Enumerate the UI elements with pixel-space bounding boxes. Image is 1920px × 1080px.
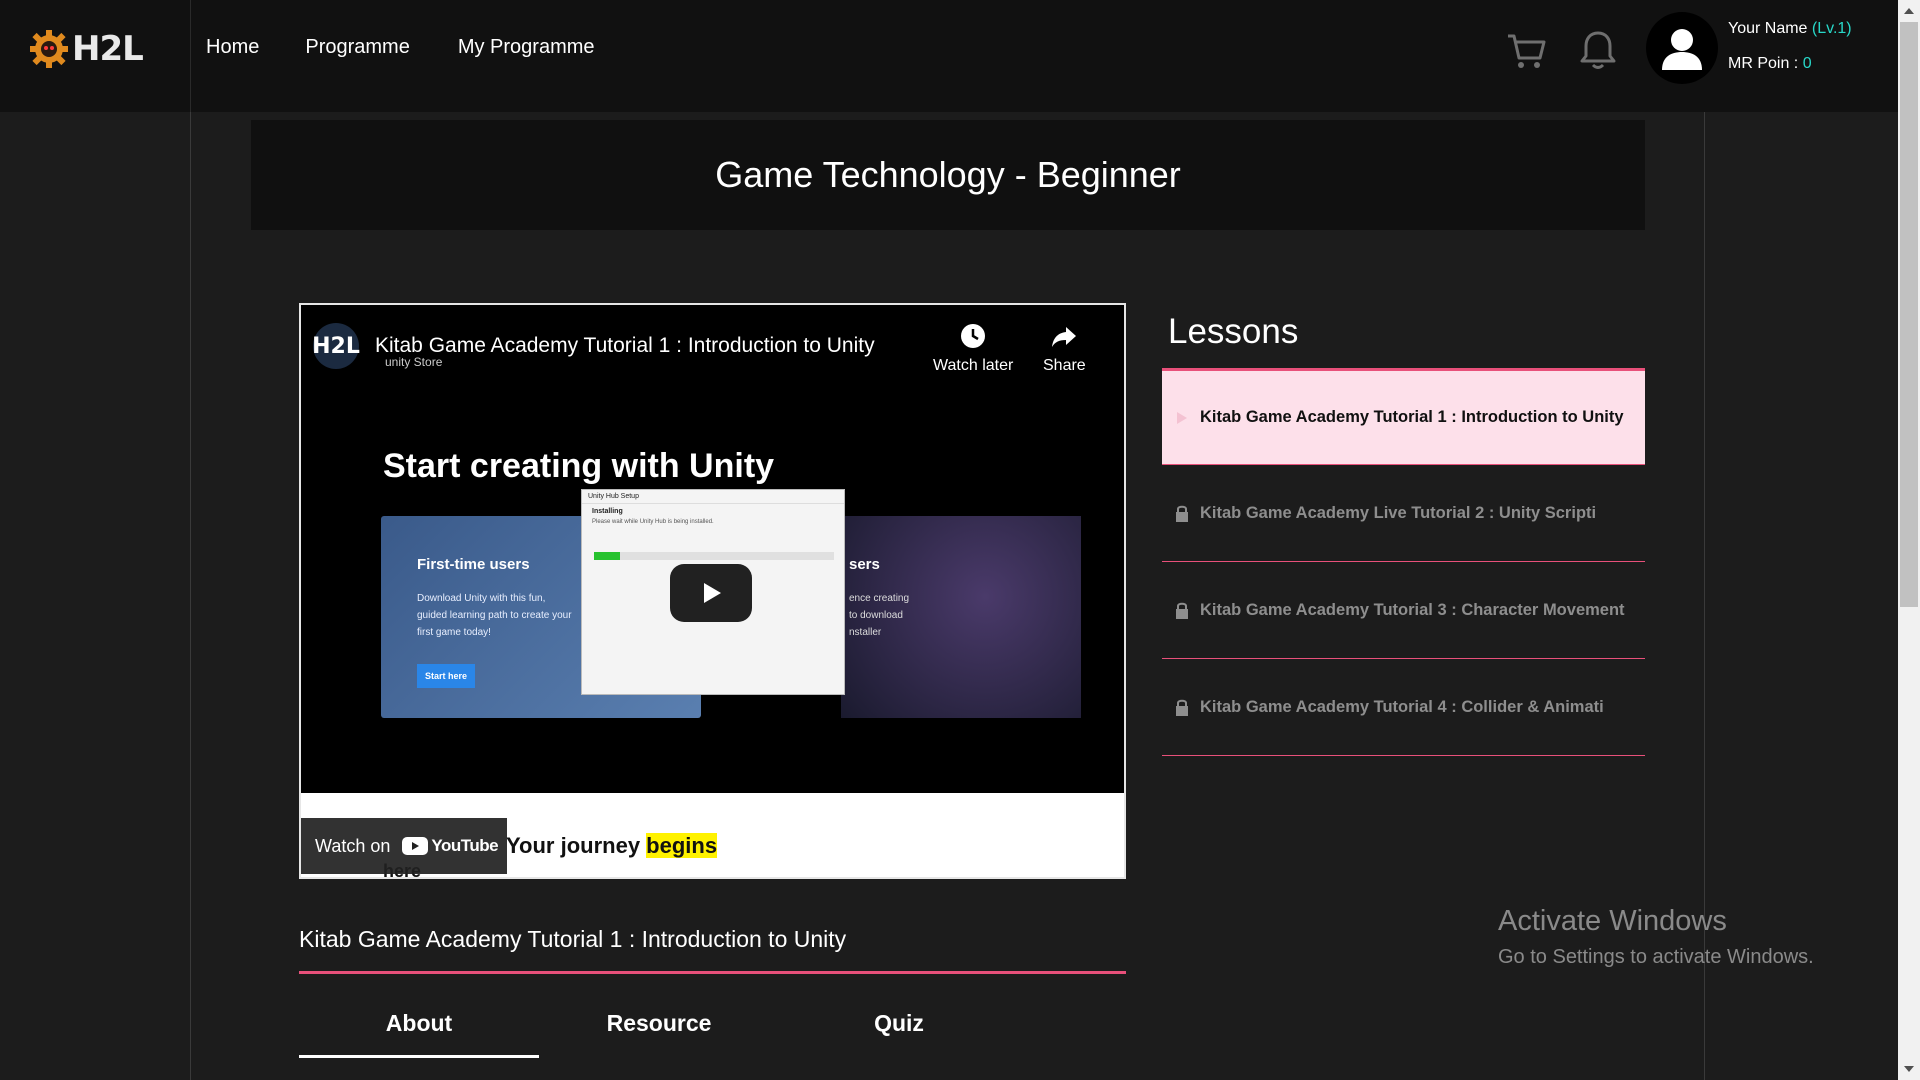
play-icon [1177, 411, 1187, 424]
play-icon [704, 583, 721, 603]
watch-on-youtube-button[interactable]: Watch on YouTube [301, 818, 507, 874]
content-frame-left [190, 112, 191, 1080]
install-progress-fill [594, 552, 621, 560]
video-headline: Start creating with Unity [383, 447, 775, 485]
clock-icon [961, 324, 986, 348]
current-lesson-title: Kitab Game Academy Tutorial 1 : Introduc… [299, 926, 847, 952]
dialog-heading: Installing [592, 508, 623, 515]
brand-logo[interactable]: H2L [28, 24, 144, 74]
card-second-desc: ence creating to download nstaller [849, 593, 910, 638]
points-label: MR Poin : [1728, 55, 1803, 72]
user-avatar-icon [1662, 29, 1702, 70]
watermark-line1: Activate Windows [1498, 905, 1727, 937]
share-icon [1052, 327, 1077, 347]
page-title-banner: Game Technology - Beginner [251, 120, 1645, 230]
youtube-logo: YouTube [402, 836, 499, 856]
lesson-item-3[interactable]: Kitab Game Academy Tutorial 3 : Characte… [1162, 562, 1645, 659]
bell-icon[interactable] [1576, 28, 1620, 72]
lesson-item-label: Kitab Game Academy Tutorial 3 : Characte… [1200, 600, 1625, 619]
watch-later-button[interactable]: Watch later [933, 323, 1013, 375]
scroll-down-arrow-icon[interactable] [1904, 1066, 1914, 1072]
main-nav: Home Programme My Programme [206, 36, 595, 59]
tab-resource[interactable]: Resource [539, 1010, 779, 1058]
cart-icon[interactable] [1504, 28, 1548, 72]
lesson-tabs: About Resource Quiz [299, 1010, 1019, 1058]
user-points: MR Poin : 0 [1728, 55, 1812, 73]
gear-logo-icon [30, 30, 68, 68]
user-avatar[interactable] [1646, 12, 1718, 84]
top-navigation-bar: H2L Home Programme My Programme Your Nam… [0, 0, 1898, 112]
user-name: Your Name (Lv.1) [1728, 20, 1852, 38]
dialog-title: Unity Hub Setup [582, 490, 844, 504]
watermark-line2: Go to Settings to activate Windows. [1498, 946, 1814, 968]
video-title[interactable]: Kitab Game Academy Tutorial 1 : Introduc… [375, 334, 875, 358]
page-scrollbar[interactable] [1898, 0, 1920, 1080]
journey-text-highlight: begins [646, 833, 718, 858]
card-first-desc: Download Unity with this fun, guided lea… [417, 593, 572, 638]
lock-icon [1176, 602, 1188, 619]
youtube-play-icon [402, 837, 429, 855]
lesson-item-label: Kitab Game Academy Tutorial 4 : Collider… [1200, 697, 1604, 716]
tab-about[interactable]: About [299, 1010, 539, 1058]
nav-divider [190, 0, 191, 112]
lesson-item-1[interactable]: Kitab Game Academy Tutorial 1 : Introduc… [1162, 368, 1645, 465]
card-first-title: First-time users [417, 556, 530, 573]
brand-logo-text: H2L [72, 29, 144, 69]
nav-programme[interactable]: Programme [305, 36, 409, 59]
windows-activation-watermark: Activate Windows Go to Settings to activ… [1498, 905, 1814, 969]
lessons-heading: Lessons [1168, 312, 1299, 351]
lesson-item-4[interactable]: Kitab Game Academy Tutorial 4 : Collider… [1162, 659, 1645, 756]
lessons-list: Kitab Game Academy Tutorial 1 : Introduc… [1162, 368, 1645, 756]
returning-users-card: sers ence creating to download nstaller [841, 516, 1081, 718]
video-player[interactable]: H2L Kitab Game Academy Tutorial 1 : Intr… [299, 303, 1126, 879]
nav-home[interactable]: Home [206, 36, 259, 59]
watch-later-label: Watch later [933, 357, 1014, 374]
lesson-title-underline [299, 971, 1126, 974]
scroll-up-arrow-icon[interactable] [1904, 8, 1914, 14]
youtube-wordmark: YouTube [431, 836, 499, 855]
user-level: (Lv.1) [1811, 20, 1852, 37]
tab-quiz[interactable]: Quiz [779, 1010, 1019, 1058]
nav-my-programme[interactable]: My Programme [458, 36, 595, 59]
scroll-thumb[interactable] [1900, 22, 1918, 607]
card-first-button: Start here [417, 664, 475, 688]
journey-text-plain: Your journey [506, 833, 647, 858]
lesson-item-label: Kitab Game Academy Tutorial 1 : Introduc… [1200, 408, 1624, 426]
card-second-title: sers [849, 556, 880, 573]
watch-on-label: Watch on [315, 835, 391, 856]
user-name-text: Your Name [1728, 20, 1808, 37]
dialog-sub: Please wait while Unity Hub is being ins… [592, 519, 714, 525]
lesson-item-2[interactable]: Kitab Game Academy Live Tutorial 2 : Uni… [1162, 465, 1645, 562]
lock-icon [1176, 505, 1188, 522]
journey-text: Your journey begins [506, 833, 718, 859]
points-value: 0 [1802, 55, 1812, 72]
install-progress-bar [594, 552, 834, 560]
play-button[interactable] [670, 564, 752, 622]
lesson-item-label: Kitab Game Academy Live Tutorial 2 : Uni… [1200, 503, 1597, 522]
channel-logo[interactable]: H2L [312, 323, 360, 369]
share-button[interactable]: Share [1043, 323, 1086, 375]
share-label: Share [1043, 357, 1086, 374]
lock-icon [1176, 699, 1188, 716]
page-title: Game Technology - Beginner [715, 154, 1181, 195]
unity-store-label: unity Store [385, 355, 443, 369]
